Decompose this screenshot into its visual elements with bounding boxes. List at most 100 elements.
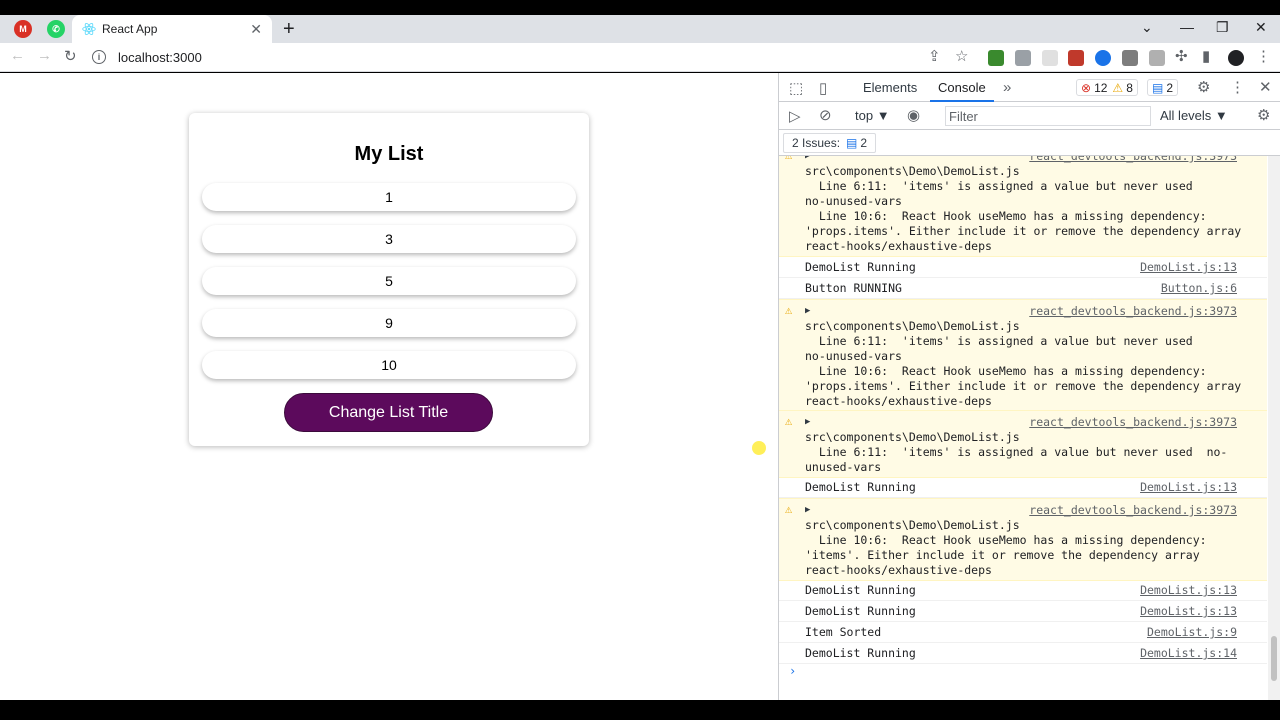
console-message: DemoList Running — [805, 260, 916, 274]
extension-icon[interactable] — [1015, 50, 1031, 66]
source-link[interactable]: react_devtools_backend.js:3973 — [1029, 503, 1237, 517]
console-settings-gear-icon[interactable]: ⚙ — [1257, 106, 1270, 124]
console-warning-entry[interactable]: ⚠ ▶ react_devtools_backend.js:3973 src\comp… — [779, 156, 1267, 257]
warning-icon: ⚠ — [785, 414, 793, 428]
console-message-line: src\components\Demo\DemoList.js — [805, 518, 1020, 532]
log-levels-dropdown[interactable]: All levels ▼ — [1160, 108, 1228, 123]
extension-icon[interactable] — [1042, 50, 1058, 66]
console-message-line: react-hooks/exhaustive-deps — [805, 563, 992, 577]
expand-triangle-icon[interactable]: ▶ — [805, 417, 810, 427]
restore-icon[interactable]: ❐ — [1216, 19, 1229, 36]
browser-menu-icon[interactable]: ⋮ — [1256, 47, 1271, 65]
console-message: DemoList Running — [805, 646, 916, 660]
source-link[interactable]: Button.js:6 — [1161, 281, 1237, 295]
tab-console[interactable]: Console — [930, 80, 994, 102]
expand-triangle-icon[interactable]: ▶ — [805, 156, 810, 161]
console-filter-bar: ▷ ⊘ top ▼ ◉ All levels ▼ ⚙ — [779, 102, 1280, 130]
console-message-line: src\components\Demo\DemoList.js — [805, 164, 1020, 178]
extension-icon[interactable] — [988, 50, 1004, 66]
change-list-title-button[interactable]: Change List Title — [284, 393, 493, 432]
extension-icon[interactable] — [1095, 50, 1111, 66]
live-expression-eye-icon[interactable]: ◉ — [907, 106, 920, 124]
source-link[interactable]: react_devtools_backend.js:3973 — [1029, 156, 1237, 163]
error-count-badge[interactable]: ⊗ 12 ⚠ 8 — [1076, 79, 1138, 96]
devtools-panel: ⬚ ▯ Elements Console » ⊗ 12 ⚠ 8 ▤ 2 ⚙ ⋮ … — [778, 73, 1280, 700]
console-warning-entry[interactable]: ⚠ ▶ react_devtools_backend.js:3973 src\comp… — [779, 498, 1267, 581]
warning-icon: ⚠ — [785, 502, 793, 516]
warning-icon: ⚠ — [1112, 80, 1124, 95]
browser-toolbar: ← → ↻ i localhost:3000 ⇪ ☆ ✣ ▮ ⋮ — [0, 43, 1280, 72]
back-icon[interactable]: ← — [10, 47, 25, 64]
context-selector[interactable]: top ▼ — [855, 108, 890, 123]
error-icon: ⊗ — [1081, 80, 1092, 95]
list-item[interactable]: 9 — [202, 309, 576, 337]
issues-button[interactable]: 2 Issues: ▤ 2 — [783, 133, 877, 153]
crx-extension-icon[interactable] — [1122, 50, 1138, 66]
scrollbar-thumb[interactable] — [1271, 636, 1277, 681]
inspect-element-icon[interactable]: ⬚ — [789, 79, 803, 97]
console-message-line: react-hooks/exhaustive-deps — [805, 239, 992, 253]
tab-react-app[interactable]: React App ✕ — [72, 15, 272, 43]
clear-console-icon[interactable]: ⊘ — [819, 106, 832, 124]
more-tabs-icon[interactable]: » — [1003, 79, 1011, 96]
screen-top-bar — [0, 0, 1280, 15]
sidebar-toggle-icon[interactable]: ▷ — [789, 107, 801, 125]
source-link[interactable]: DemoList.js:9 — [1147, 625, 1237, 639]
forward-icon[interactable]: → — [37, 47, 52, 64]
source-link[interactable]: react_devtools_backend.js:3973 — [1029, 415, 1237, 429]
expand-triangle-icon[interactable]: ▶ — [805, 505, 810, 515]
console-log-entry: DemoList Running DemoList.js:14 — [779, 643, 1267, 664]
console-warning-entry[interactable]: ⚠ ▶ react_devtools_backend.js:3973 src\comp… — [779, 410, 1267, 478]
settings-gear-icon[interactable]: ⚙ — [1197, 78, 1210, 96]
close-devtools-icon[interactable]: ✕ — [1259, 78, 1272, 96]
console-scrollbar[interactable] — [1268, 156, 1280, 700]
reload-icon[interactable]: ↻ — [64, 47, 77, 65]
console-prompt-icon[interactable]: › — [789, 664, 796, 678]
list-item[interactable]: 1 — [202, 183, 576, 211]
console-message: Item Sorted — [805, 625, 882, 639]
list-card: My List 1 3 5 9 10 Change List Title — [189, 113, 589, 446]
console-message: Button RUNNING — [805, 281, 902, 295]
tab-search-icon[interactable]: ⌄ — [1141, 19, 1153, 36]
source-link[interactable]: DemoList.js:13 — [1140, 604, 1237, 618]
message-count-badge[interactable]: ▤ 2 — [1147, 79, 1179, 96]
new-tab-icon[interactable]: + — [283, 18, 295, 41]
console-message-line: no-unused-vars — [805, 194, 902, 208]
source-link[interactable]: DemoList.js:13 — [1140, 480, 1237, 494]
bookmark-star-icon[interactable]: ☆ — [955, 47, 968, 65]
site-info-icon[interactable]: i — [92, 50, 106, 64]
side-panel-icon[interactable]: ▮ — [1202, 47, 1210, 65]
issues-bar: 2 Issues: ▤ 2 — [779, 130, 1280, 156]
puzzle-extensions-icon[interactable]: ✣ — [1175, 47, 1188, 65]
minimize-icon[interactable]: — — [1180, 19, 1194, 35]
mouse-cursor-highlight — [752, 441, 766, 455]
warning-icon: ⚠ — [785, 303, 793, 317]
list-item[interactable]: 3 — [202, 225, 576, 253]
extension-icon[interactable] — [1149, 50, 1165, 66]
address-bar[interactable]: i localhost:3000 — [92, 46, 972, 68]
console-filter-input[interactable] — [945, 106, 1151, 126]
devtools-tab-bar: ⬚ ▯ Elements Console » ⊗ 12 ⚠ 8 ▤ 2 ⚙ ⋮ … — [779, 73, 1280, 102]
console-message-line: 'props.items'. Either include it or remo… — [805, 379, 1242, 393]
list-item[interactable]: 5 — [202, 267, 576, 295]
extension-icon[interactable] — [1068, 50, 1084, 66]
console-message: DemoList Running — [805, 583, 916, 597]
source-link[interactable]: DemoList.js:13 — [1140, 583, 1237, 597]
console-log-entry: DemoList Running DemoList.js:13 — [779, 477, 1267, 498]
share-icon[interactable]: ⇪ — [928, 47, 941, 65]
devtools-menu-icon[interactable]: ⋮ — [1230, 78, 1245, 96]
close-tab-icon[interactable]: ✕ — [250, 21, 262, 38]
whatsapp-pinned-tab-icon[interactable]: ✆ — [47, 20, 65, 38]
profile-avatar[interactable] — [1228, 50, 1244, 66]
console-message-line: unused-vars — [805, 460, 882, 474]
tab-elements[interactable]: Elements — [863, 80, 917, 95]
source-link[interactable]: react_devtools_backend.js:3973 — [1029, 304, 1237, 318]
source-link[interactable]: DemoList.js:14 — [1140, 646, 1237, 660]
expand-triangle-icon[interactable]: ▶ — [805, 306, 810, 316]
source-link[interactable]: DemoList.js:13 — [1140, 260, 1237, 274]
console-warning-entry[interactable]: ⚠ ▶ react_devtools_backend.js:3973 src\comp… — [779, 299, 1267, 412]
window-close-icon[interactable]: ✕ — [1255, 19, 1267, 36]
list-item[interactable]: 10 — [202, 351, 576, 379]
device-toolbar-icon[interactable]: ▯ — [819, 79, 827, 97]
gmail-pinned-tab-icon[interactable]: M — [14, 20, 32, 38]
